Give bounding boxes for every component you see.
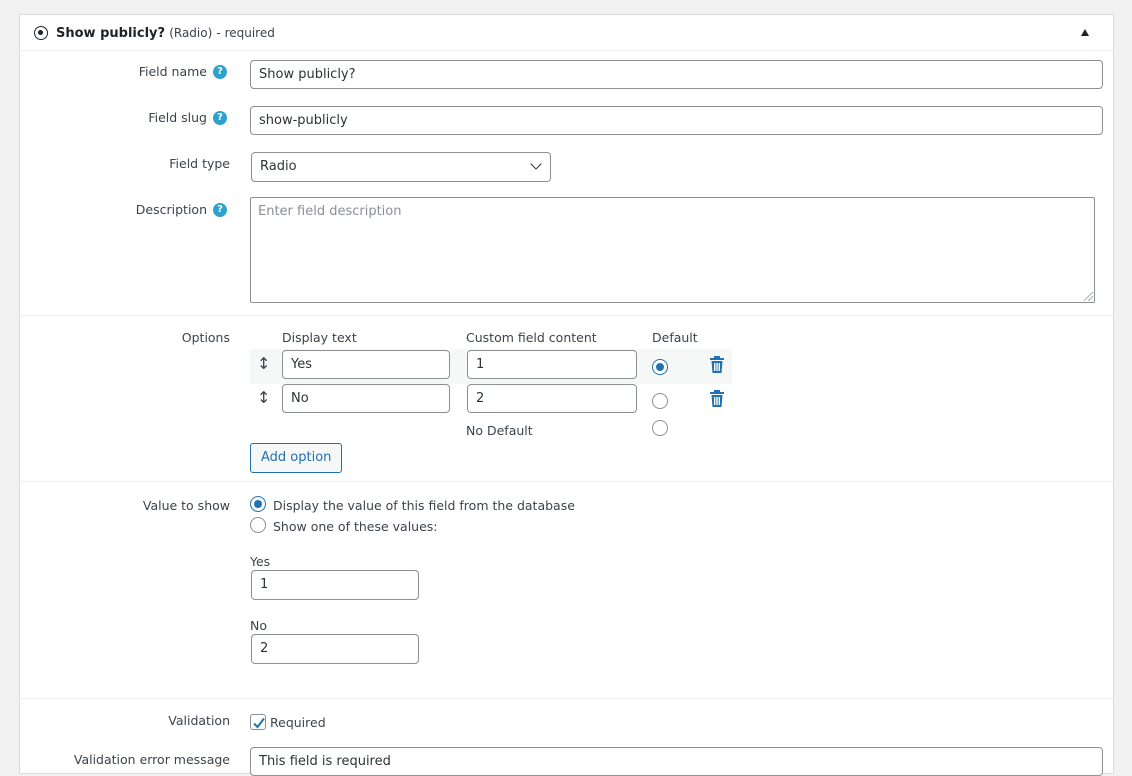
- radio-type-icon: [34, 26, 48, 40]
- validation-label: Validation: [168, 713, 230, 728]
- display-db-value-radio[interactable]: [250, 496, 266, 512]
- field-name-help-icon[interactable]: ?: [213, 65, 227, 79]
- show-values-radio[interactable]: [250, 517, 266, 533]
- checkmark-icon: [253, 717, 265, 729]
- value-no-label: No: [250, 618, 267, 633]
- drag-handle-icon[interactable]: ↕: [257, 388, 270, 408]
- field-name-input[interactable]: Show publicly?: [250, 60, 1103, 89]
- no-default-label: No Default: [466, 423, 533, 438]
- header-field-name: Show publicly?: [56, 26, 166, 41]
- option-display-input[interactable]: No: [282, 384, 450, 413]
- col-custom-content: Custom field content: [466, 330, 597, 345]
- col-display-text: Display text: [282, 330, 357, 345]
- display-db-value-label: Display the value of this field from the…: [273, 498, 575, 513]
- field-slug-label: Field slug: [148, 110, 207, 125]
- trash-icon[interactable]: [709, 356, 725, 373]
- divider: [20, 481, 1113, 482]
- required-checkbox[interactable]: [250, 714, 266, 730]
- option-default-radio[interactable]: [652, 359, 668, 375]
- divider: [20, 698, 1113, 699]
- drag-handle-icon[interactable]: ↕: [257, 354, 270, 374]
- chevron-down-icon: [530, 158, 542, 170]
- field-header[interactable]: Show publicly? (Radio) - required: [20, 15, 1113, 51]
- value-yes-input[interactable]: 1: [251, 570, 419, 600]
- divider: [20, 315, 1113, 316]
- description-label: Description: [135, 202, 207, 217]
- option-display-input[interactable]: Yes: [282, 350, 450, 379]
- field-panel: Show publicly? (Radio) - required Field …: [19, 14, 1114, 776]
- options-label: Options: [181, 330, 230, 345]
- option-content-input[interactable]: 1: [467, 350, 637, 379]
- field-type-value: Radio: [260, 159, 297, 174]
- trash-icon[interactable]: [709, 390, 725, 407]
- field-slug-help-icon[interactable]: ?: [213, 111, 227, 125]
- option-content-input[interactable]: 2: [467, 384, 637, 413]
- header-required: - required: [216, 26, 275, 40]
- value-yes-label: Yes: [250, 554, 271, 569]
- value-to-show-label: Value to show: [142, 498, 230, 513]
- no-default-radio[interactable]: [652, 420, 668, 436]
- field-type-label: Field type: [169, 156, 230, 171]
- option-default-radio[interactable]: [652, 393, 668, 409]
- collapse-toggle-icon[interactable]: [1081, 29, 1089, 36]
- field-header-title: Show publicly? (Radio) - required: [56, 26, 275, 41]
- header-field-type: (Radio): [169, 26, 213, 40]
- col-default: Default: [652, 330, 698, 345]
- description-help-icon[interactable]: ?: [213, 203, 227, 217]
- required-label: Required: [270, 715, 326, 730]
- description-textarea[interactable]: Enter field description: [250, 197, 1095, 303]
- description-placeholder: Enter field description: [258, 204, 402, 219]
- resize-handle-icon[interactable]: [1084, 292, 1093, 301]
- value-no-input[interactable]: 2: [251, 634, 419, 664]
- add-option-button[interactable]: Add option: [250, 443, 343, 473]
- field-name-label: Field name: [138, 64, 207, 79]
- show-values-label: Show one of these values:: [273, 519, 438, 534]
- field-type-select[interactable]: Radio: [251, 152, 551, 182]
- validation-error-input[interactable]: This field is required: [250, 747, 1103, 776]
- field-slug-input[interactable]: show-publicly: [250, 106, 1103, 135]
